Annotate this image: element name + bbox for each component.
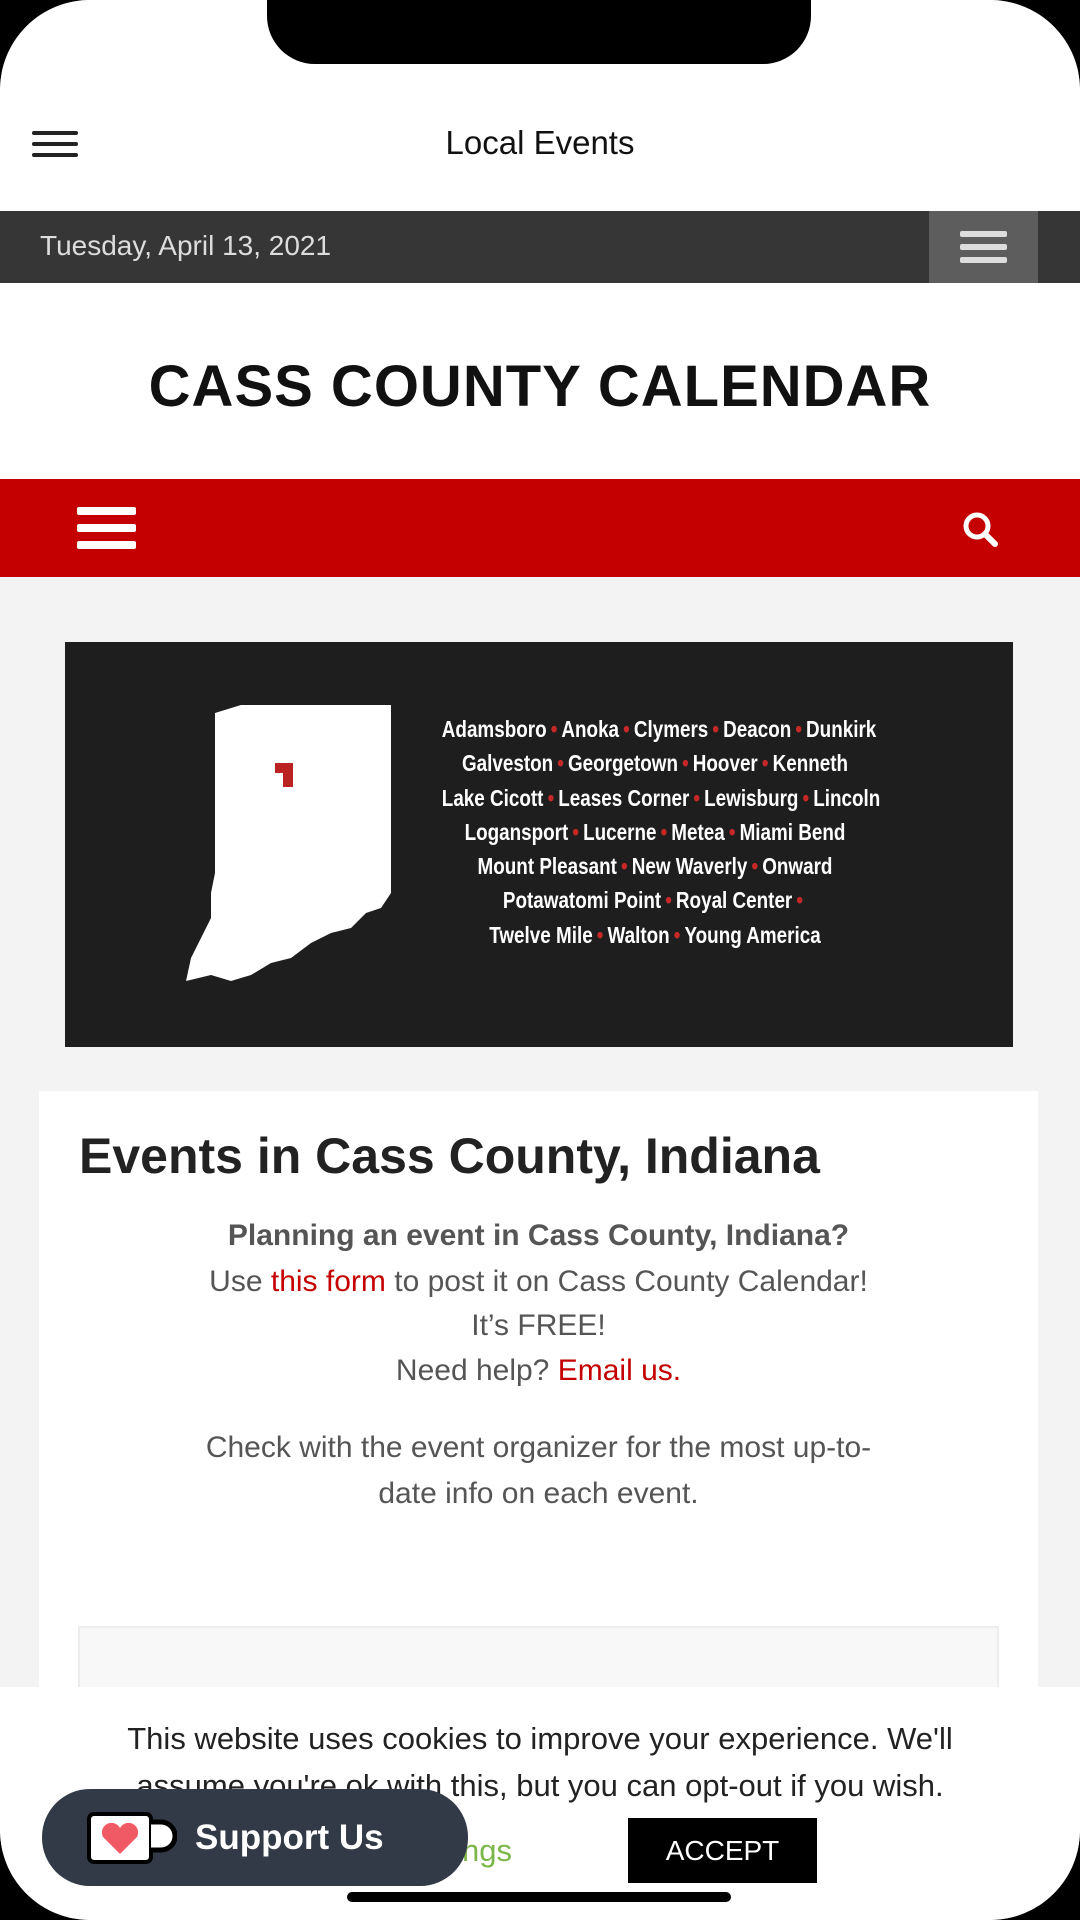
towns-line: Galveston • Georgetown • Hoover • Kenneth (442, 746, 868, 780)
note-line-2: date info on each event. (378, 1477, 699, 1510)
support-us-label: Support Us (195, 1817, 384, 1857)
notch (267, 0, 811, 64)
towns-line: Adamsboro • Anoka • Clymers • Deacon • Dunkirk (441, 712, 876, 746)
events-card: Events in Cass County, Indiana Planning … (39, 1091, 1038, 1826)
towns-line: Lake Cicott • Leases Corner • Lewisburg • Linc… (441, 781, 881, 815)
bullet-icon: • (802, 784, 810, 811)
town-name: Twelve Mile (489, 921, 593, 948)
planning-question: Planning an event in Cass County, Indian… (227, 1219, 850, 1252)
bullet-icon: • (693, 784, 701, 811)
help-text: Need help? (395, 1354, 550, 1387)
page-title: Events in Cass County, Indiana (79, 1128, 820, 1184)
town-name: Clymers (633, 716, 709, 742)
top-menu-button[interactable] (929, 211, 1038, 283)
site-logo[interactable]: CASS COUNTY CALENDAR (0, 283, 1080, 479)
use-text: Use (209, 1265, 263, 1298)
bullet-icon: • (795, 716, 802, 742)
bullet-icon: • (547, 784, 555, 811)
bullet-icon: • (550, 716, 558, 742)
town-name: Adamsboro (441, 716, 547, 742)
bullet-icon: • (751, 853, 759, 880)
cookie-line-1: This website uses cookies to improve you… (127, 1721, 953, 1756)
town-name: Lake Cicott (441, 784, 544, 811)
town-name: Hoover (692, 750, 758, 777)
bullet-icon: • (682, 750, 689, 777)
towns-line: Twelve Mile • Walton • Young America (442, 918, 868, 952)
bullet-icon: • (673, 921, 681, 948)
town-name: Miami Bend (739, 818, 846, 845)
town-name: Anoka (561, 716, 620, 742)
indiana-map-icon (186, 705, 391, 981)
form-line: Use this form to post it on Cass County … (39, 1265, 1038, 1299)
town-name: Galveston (461, 750, 554, 777)
towns-list: Adamsboro • Anoka • Clymers • Deacon • Dunkirk Ga… (441, 712, 881, 952)
town-name: Lewisburg (704, 784, 799, 811)
phone-screen: Local Events Tuesday, April 13, 2021 CAS… (0, 0, 1080, 1920)
towns-line: Potawatomi Point • Royal Center • (442, 883, 868, 917)
town-name: New Waverly (631, 853, 748, 880)
form-link[interactable]: this form (271, 1265, 386, 1298)
town-name: Young America (684, 921, 821, 948)
heart-mug-icon (87, 1811, 177, 1864)
bullet-icon: • (621, 853, 628, 880)
town-name: Kenneth (772, 750, 849, 777)
town-name: Lincoln (813, 784, 881, 811)
support-us-button[interactable]: Support Us (42, 1789, 468, 1886)
nav-bar (0, 479, 1080, 577)
nav-menu-button[interactable] (77, 507, 136, 549)
town-name: Onward (762, 853, 833, 880)
top-bar: Tuesday, April 13, 2021 (0, 211, 1080, 283)
bullet-icon: • (761, 750, 769, 777)
bullet-icon: • (623, 716, 630, 742)
current-date: Tuesday, April 13, 2021 (40, 230, 332, 261)
bullet-icon: • (796, 887, 803, 914)
town-name: Dunkirk (806, 716, 877, 742)
towns-line: Mount Pleasant • New Waverly • Onward (442, 849, 868, 883)
town-name: Georgetown (567, 750, 678, 777)
accept-button[interactable]: ACCEPT (628, 1818, 817, 1883)
town-name: Logansport (464, 818, 569, 845)
towns-line: Logansport • Lucerne • Metea • Miami Bend (442, 815, 868, 849)
town-name: Leases Corner (558, 784, 690, 811)
bullet-icon: • (596, 921, 604, 948)
town-name: Metea (671, 818, 725, 845)
free-text: It’s FREE! (471, 1309, 606, 1342)
note-line-1: Check with the event organizer for the m… (205, 1431, 872, 1464)
town-name: Walton (607, 921, 670, 948)
search-icon[interactable] (960, 509, 1000, 549)
help-line: Need help? Email us. (39, 1354, 1038, 1388)
bullet-icon: • (557, 750, 564, 777)
bullet-icon: • (712, 716, 720, 742)
town-name: Potawatomi Point (502, 887, 662, 914)
town-name: Deacon (723, 716, 792, 742)
email-link[interactable]: Email us. (558, 1354, 681, 1387)
cass-county-banner: Adamsboro • Anoka • Clymers • Deacon • Dunkirk Ga… (65, 642, 1013, 1047)
bullet-icon: • (665, 887, 672, 914)
hamburger-icon (960, 231, 1007, 263)
town-name: Mount Pleasant (477, 853, 617, 880)
post-text: to post it on Cass County Calendar! (394, 1265, 868, 1298)
app-title: Local Events (445, 124, 635, 161)
bullet-icon: • (728, 818, 736, 845)
town-name: Lucerne (583, 818, 657, 845)
bullet-icon: • (660, 818, 668, 845)
home-indicator[interactable] (347, 1892, 731, 1902)
bullet-icon: • (572, 818, 580, 845)
town-name: Royal Center (675, 887, 793, 914)
logo-text: CASS COUNTY CALENDAR (148, 354, 932, 419)
